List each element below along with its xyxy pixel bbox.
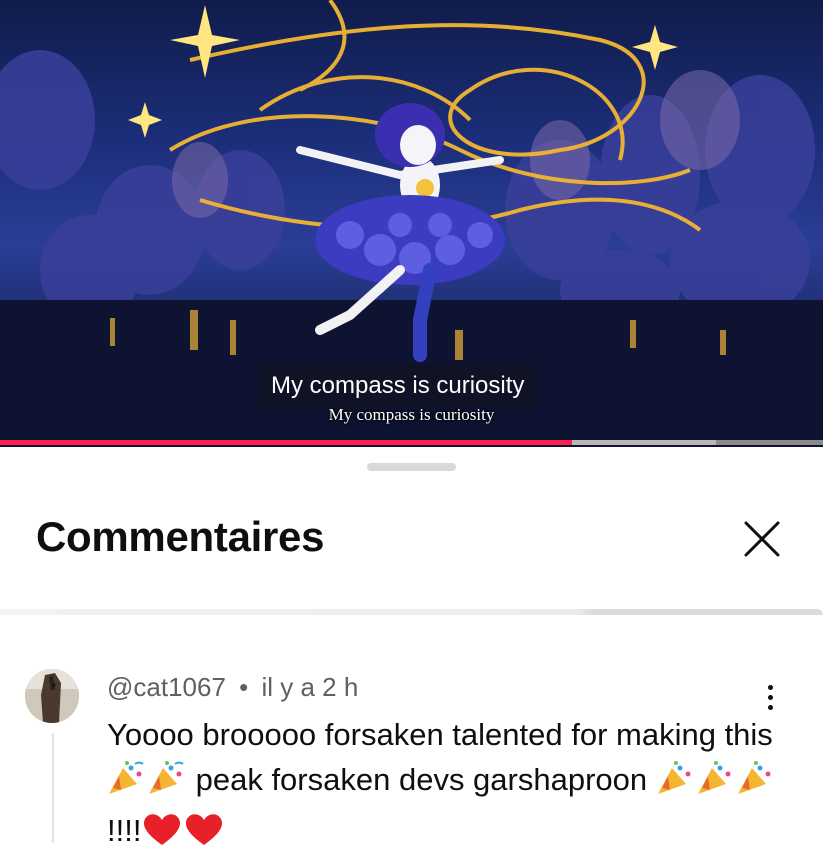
comment-meta: @cat1067 • il y a 2 h [107, 672, 358, 703]
avatar[interactable] [25, 669, 79, 723]
progress-played [0, 440, 572, 445]
close-button[interactable] [736, 513, 788, 565]
comment-text-part: !!!! [107, 813, 142, 848]
horse-avatar-icon [25, 669, 79, 723]
party-popper-icon [147, 760, 187, 808]
section-divider [0, 609, 823, 615]
comments-sheet: Commentaires @cat1067 • il y a 2 h Yoooo… [0, 447, 823, 848]
comment-body: Yoooo brooooo forsaken talented for maki… [107, 712, 797, 859]
reply-thread-line [52, 733, 54, 843]
comment-timestamp: il y a 2 h [261, 672, 359, 702]
red-heart-icon [183, 811, 225, 859]
close-icon [744, 521, 780, 557]
more-vertical-icon [767, 684, 773, 690]
red-heart-icon [141, 811, 183, 859]
burned-in-subtitle: My compass is curiosity [328, 405, 495, 424]
meta-separator: • [239, 672, 249, 702]
party-popper-icon [736, 760, 776, 808]
party-popper-icon [696, 760, 736, 808]
video-progress-bar[interactable] [0, 440, 823, 445]
party-popper-icon [656, 760, 696, 808]
party-popper-icon [107, 760, 147, 808]
video-player[interactable]: My compass is curiosity My compass is cu… [0, 0, 823, 447]
comment-text-part: peak forsaken devs garshaproon [187, 762, 656, 797]
comment-author[interactable]: @cat1067 [107, 672, 226, 702]
comment-more-button[interactable] [752, 679, 788, 715]
sheet-drag-handle[interactable] [367, 463, 456, 471]
comments-title: Commentaires [36, 513, 325, 560]
subtitle-caption: My compass is curiosity [259, 364, 537, 408]
comment-text-part: Yoooo brooooo forsaken talented for maki… [107, 717, 773, 752]
